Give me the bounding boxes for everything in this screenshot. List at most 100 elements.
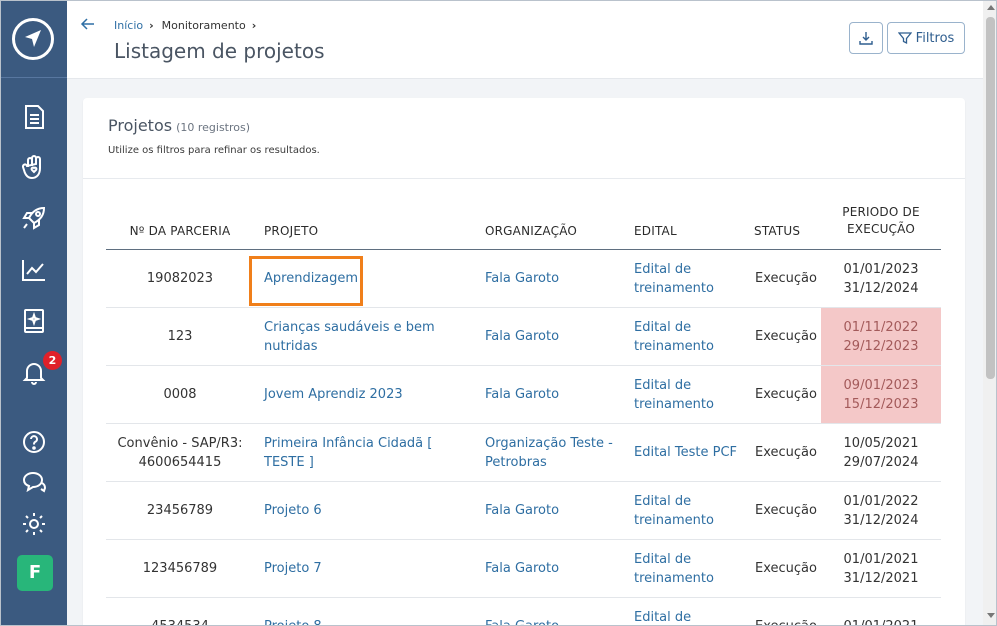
cell-periodo: 01/01/2022 31/12/2024 — [821, 482, 941, 539]
project-link[interactable]: Aprendizagem — [264, 250, 474, 307]
app-window: 2 F Início › Monitoramento › Listagem de… — [0, 0, 997, 626]
chart-icon[interactable] — [20, 256, 48, 284]
header-periodo[interactable]: PERIODO DE EXECUÇÃO — [821, 204, 941, 238]
period-start: 01/01/2023 — [843, 261, 919, 277]
sidebar: 2 F — [1, 1, 67, 625]
filter-icon — [897, 32, 912, 45]
cell-periodo: 01/11/2022 29/12/2023 — [821, 308, 941, 365]
breadcrumb-home-link[interactable]: Início — [114, 19, 143, 32]
rocket-icon[interactable] — [20, 204, 48, 232]
edital-link[interactable]: Edital de treinamento — [634, 482, 746, 539]
edital-link[interactable]: Edital de treinamento — [634, 308, 746, 365]
table-row: 0008 Jovem Aprendiz 2023 Fala Garoto Edi… — [106, 366, 941, 424]
table-header: Nº DA PARCERIA PROJETO ORGANIZAÇÃO EDITA… — [106, 198, 941, 250]
hand-heart-icon[interactable] — [20, 153, 48, 181]
cell-status: Execução — [755, 561, 817, 576]
card-title: Projetos (10 registros) — [108, 116, 250, 135]
period-end: 31/12/2024 — [843, 280, 919, 296]
period-end: 29/07/2024 — [843, 454, 919, 470]
scroll-up-arrow-icon[interactable] — [987, 5, 995, 10]
header-periodo-line2: EXECUÇÃO — [847, 222, 915, 236]
edital-link[interactable]: Edital de treinamento — [634, 250, 746, 307]
download-icon — [859, 32, 873, 45]
project-link[interactable]: Jovem Aprendiz 2023 — [264, 366, 474, 423]
edital-link[interactable]: Edital de treinamento — [634, 366, 746, 423]
edital-link[interactable]: Edital de treinamento — [634, 540, 746, 597]
page-title: Listagem de projetos — [114, 39, 325, 63]
breadcrumb-separator: › — [251, 19, 257, 32]
settings-icon[interactable] — [20, 510, 48, 538]
cell-parceria: Convênio - SAP/R3: 4600654415 — [117, 435, 243, 470]
cell-periodo: 09/01/2023 15/12/2023 — [821, 366, 941, 423]
cell-status: Execução — [755, 445, 817, 460]
period-start: 09/01/2023 — [843, 377, 919, 393]
notification-badge: 2 — [43, 351, 62, 370]
vertical-scrollbar[interactable] — [983, 1, 996, 625]
table-row: 123456789 Projeto 7 Fala Garoto Edital d… — [106, 540, 941, 598]
breadcrumb-current: Monitoramento — [161, 19, 246, 32]
card-subtitle: Utilize os filtros para refinar os resul… — [108, 145, 320, 156]
book-icon[interactable] — [20, 307, 48, 335]
period-start: 01/01/2021 — [843, 551, 919, 567]
projects-table: Nº DA PARCERIA PROJETO ORGANIZAÇÃO EDITA… — [106, 198, 941, 626]
cell-parceria: 123456789 — [142, 561, 218, 576]
organization-link[interactable]: Organização Teste - Petrobras — [485, 424, 620, 481]
filter-button-label: Filtros — [915, 30, 955, 46]
header-parceria[interactable]: Nº DA PARCERIA — [106, 224, 254, 238]
help-icon[interactable] — [20, 428, 48, 456]
cell-periodo: 01/01/2023 31/12/2024 — [821, 250, 941, 307]
page-header: Início › Monitoramento › Listagem de pro… — [67, 1, 983, 79]
organization-link[interactable]: Fala Garoto — [485, 540, 620, 597]
cell-parceria: 4534534 — [106, 598, 254, 625]
card-divider — [83, 178, 965, 179]
period-start: 01/11/2022 — [843, 319, 919, 335]
edital-link[interactable]: Edital de treinamento — [634, 598, 746, 625]
organization-link[interactable]: Fala Garoto — [485, 598, 620, 625]
avatar[interactable]: F — [17, 555, 53, 591]
period-start: 01/01/2022 — [843, 493, 919, 509]
table-row: Convênio - SAP/R3: 4600654415 Primeira I… — [106, 424, 941, 482]
period-start: 10/05/2021 — [843, 435, 919, 451]
header-organizacao[interactable]: ORGANIZAÇÃO — [485, 224, 577, 238]
scrollbar-thumb[interactable] — [986, 17, 995, 379]
table-row: 123 Crianças saudáveis e bem nutridas Fa… — [106, 308, 941, 366]
chat-icon[interactable] — [20, 468, 48, 496]
organization-link[interactable]: Fala Garoto — [485, 482, 620, 539]
cell-status: Execução — [755, 598, 823, 625]
period-start: 01/01/2021 — [844, 617, 919, 625]
project-link[interactable]: Projeto 6 — [264, 482, 474, 539]
header-projeto[interactable]: PROJETO — [264, 224, 318, 238]
table-row: 23456789 Projeto 6 Fala Garoto Edital de… — [106, 482, 941, 540]
scroll-down-arrow-icon[interactable] — [987, 613, 995, 618]
cell-parceria: 19082023 — [146, 271, 214, 286]
download-button[interactable] — [849, 22, 883, 54]
table-row: 4534534 Projeto 8 Fala Garoto Edital de … — [106, 598, 941, 626]
header-periodo-line1: PERIODO DE — [842, 205, 920, 219]
cell-status: Execução — [755, 387, 817, 402]
organization-link[interactable]: Fala Garoto — [485, 308, 620, 365]
project-link[interactable]: Crianças saudáveis e bem nutridas — [264, 308, 474, 365]
back-arrow-icon[interactable] — [79, 15, 97, 37]
organization-link[interactable]: Fala Garoto — [485, 366, 620, 423]
cell-status: Execução — [755, 329, 817, 344]
breadcrumb: Início › Monitoramento › — [114, 19, 264, 32]
cell-parceria: 23456789 — [146, 503, 214, 518]
header-edital[interactable]: EDITAL — [634, 224, 677, 238]
cell-parceria: 123 — [167, 329, 193, 344]
project-link[interactable]: Projeto 8 — [264, 598, 474, 625]
cell-periodo: 01/01/2021 — [821, 598, 941, 625]
filter-button[interactable]: Filtros — [887, 22, 965, 54]
cell-status: Execução — [755, 271, 817, 286]
period-end: 15/12/2023 — [843, 396, 919, 412]
project-link[interactable]: Primeira Infância Cidadã [ TESTE ] — [264, 424, 474, 481]
cell-parceria: 0008 — [163, 387, 197, 402]
cell-status: Execução — [755, 503, 817, 518]
edital-link[interactable]: Edital Teste PCF — [634, 424, 746, 481]
header-status[interactable]: STATUS — [754, 224, 800, 238]
document-icon[interactable] — [20, 103, 48, 131]
logo-icon[interactable] — [12, 18, 54, 60]
record-count: (10 registros) — [176, 121, 251, 134]
table-row: 19082023 Aprendizagem Fala Garoto Edital… — [106, 250, 941, 308]
organization-link[interactable]: Fala Garoto — [485, 250, 620, 307]
project-link[interactable]: Projeto 7 — [264, 540, 474, 597]
